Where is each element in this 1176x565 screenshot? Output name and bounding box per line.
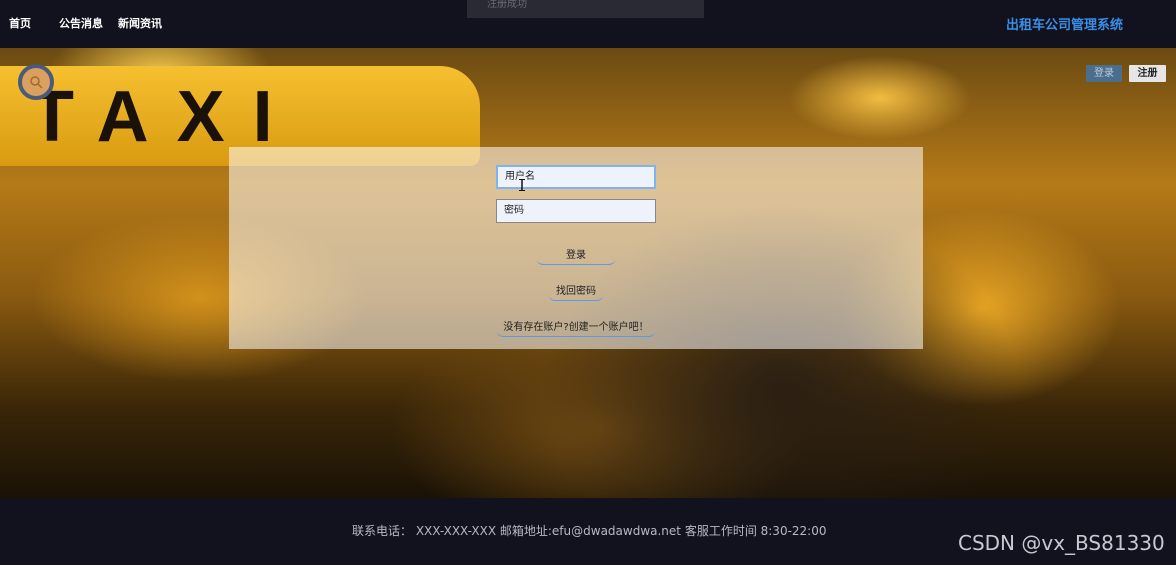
nav-item-home[interactable]: 首页 bbox=[9, 15, 31, 31]
watermark-text: CSDN @vx_BS81330 bbox=[958, 531, 1165, 555]
login-submit-button[interactable]: 登录 bbox=[537, 246, 615, 265]
search-icon bbox=[30, 76, 43, 89]
taxi-sign-text: TAXI bbox=[30, 77, 301, 157]
search-button[interactable] bbox=[18, 64, 54, 100]
header-login-button[interactable]: 登录 bbox=[1086, 65, 1122, 82]
footer-contact-info: 联系电话： XXX-XXX-XXX 邮箱地址:efu@dwadawdwa.net… bbox=[352, 524, 827, 538]
toast-notification: 注册成功 bbox=[467, 0, 704, 18]
text-cursor-icon bbox=[519, 179, 525, 191]
top-navbar: 首页 公告消息 新闻资讯 注册成功 出租车公司管理系统 bbox=[0, 0, 1176, 48]
nav-item-announcements[interactable]: 公告消息 bbox=[59, 15, 103, 31]
create-account-link[interactable]: 没有存在账户?创建一个账户吧！ bbox=[497, 318, 655, 337]
site-brand-title: 出租车公司管理系统 bbox=[1006, 18, 1124, 33]
password-input[interactable]: 密码 bbox=[496, 199, 656, 223]
header-register-button[interactable]: 注册 bbox=[1129, 65, 1166, 82]
nav-item-news[interactable]: 新闻资讯 bbox=[118, 15, 162, 31]
site-footer: 联系电话： XXX-XXX-XXX 邮箱地址:efu@dwadawdwa.net… bbox=[0, 498, 1176, 565]
forgot-password-button[interactable]: 找回密码 bbox=[549, 282, 603, 301]
